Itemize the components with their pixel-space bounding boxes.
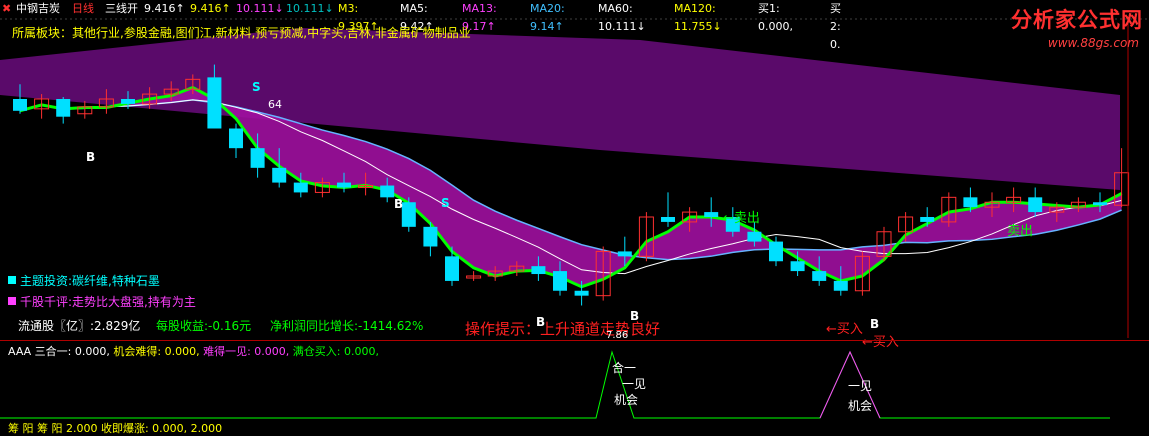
lower-title-text: AAA 三合一: 0.000, <box>8 345 110 358</box>
candle-body <box>207 77 222 129</box>
review-label: 千股千评:走势比大盘强,持有为主 <box>20 295 196 309</box>
peak1-line2: 一见 <box>622 377 647 391</box>
candle-body <box>963 197 978 208</box>
header-value-7: MA20: 9.14↑ <box>530 2 565 33</box>
indicator-name: 三线开 <box>105 2 138 15</box>
buy-signal-2: B <box>394 197 404 211</box>
eps-value: 每股收益:-0.16元 <box>156 319 252 333</box>
candle-body <box>920 217 935 222</box>
kline-chart[interactable] <box>0 0 1149 429</box>
candle-body <box>293 182 308 193</box>
candle-body <box>380 185 395 198</box>
logo-title: 分析家公式网 <box>1011 8 1143 32</box>
candle-body <box>401 202 416 227</box>
header-value-8: MA60: 10.111↓ <box>598 2 646 33</box>
logo-url: www.88gs.com <box>1047 36 1139 50</box>
header-value-11: 买2: 0. <box>830 2 841 51</box>
candle-body <box>574 290 589 296</box>
peak1-line1: 合一 <box>612 361 637 375</box>
buy-signal-4: B <box>630 309 640 323</box>
candle-body <box>790 261 805 272</box>
peak2-label: 一见 机会 <box>848 376 872 416</box>
theme-marker <box>8 276 16 284</box>
candle-body <box>337 182 351 188</box>
sell-text-2: 卖出 <box>1007 224 1034 239</box>
period-label[interactable]: 日线 <box>72 0 94 18</box>
high-price-label: 64 <box>268 98 282 111</box>
header-value-9: MA120: 11.755↓ <box>674 2 722 33</box>
candle-body <box>617 251 632 257</box>
peak1-label: 合一 一见 机会 <box>612 360 646 408</box>
peak1-line3: 机会 <box>614 393 639 407</box>
sell-signal-2: S <box>441 196 450 210</box>
candle-body <box>423 226 438 247</box>
ma120-band <box>0 28 1120 190</box>
theme-label: 主题投资:碳纤维,特种石墨 <box>20 274 160 288</box>
close-icon[interactable]: ✖ <box>2 0 11 18</box>
candle-body <box>1093 202 1107 206</box>
sector-label: 所属板块：其他行业,参股金融,图们江,新材料,预亏预减,中字头,吉林,非金属矿物… <box>12 26 471 40</box>
candle-body <box>833 280 848 291</box>
sell-signal: S <box>252 80 261 94</box>
buy-text: ←买入 <box>826 322 863 337</box>
candle-body <box>747 231 762 242</box>
logo: 分析家公式网 www.88gs.com <box>983 4 1143 50</box>
peak2-line1: 一见 <box>848 379 873 393</box>
stock-name[interactable]: 中钢吉炭 <box>16 0 60 18</box>
buy-signal: B <box>86 150 96 164</box>
header-value-0: 9.416↑ <box>144 2 185 15</box>
candle-body <box>812 271 827 281</box>
candle-body <box>13 99 27 111</box>
peak2-line2: 机会 <box>848 399 873 413</box>
candle-body <box>56 99 71 117</box>
profit-growth: 净利润同比增长:-1414.62% <box>270 319 424 333</box>
review-marker <box>8 297 16 305</box>
buy-signal-3: B <box>536 315 546 329</box>
indicator-line-green <box>0 350 1110 419</box>
candle-body <box>553 271 567 291</box>
header-value-10: 买1: 0.000, <box>758 2 793 33</box>
lower-item-0: 机会难得: 0.000, <box>113 345 200 358</box>
candle-body <box>769 241 783 262</box>
bottom-formula: 筹 阳 筹 阳 2.000 收即爆涨: 0.000, 2.000 <box>8 422 223 435</box>
header-value-1: 9.416↑ <box>190 2 231 15</box>
float-shares: 流通股〖亿〗:2.829亿 <box>18 319 141 333</box>
panel-divider <box>0 340 1149 341</box>
header-value-2: 10.111↓ <box>236 2 284 15</box>
candle-body <box>229 128 243 149</box>
candle-body <box>531 266 546 275</box>
lower-item-2: 满仓买入: 0.000, <box>289 345 379 358</box>
candle-body <box>250 148 265 168</box>
candle-body <box>272 167 287 183</box>
candle-body <box>1028 197 1043 213</box>
sell-text: ←卖出 <box>723 211 760 226</box>
candle-body <box>661 217 675 222</box>
lower-item-1: 难得一见: 0.000, <box>199 345 290 358</box>
header-value-3: 10.111↓ <box>286 2 334 15</box>
header-bar: ✖ 中钢吉炭 日线 三线开 9.416↑ 9.416↑ 10.111↓ 10.111↓… <box>0 0 1149 51</box>
lower-title: AAA 三合一: 0.000, 机会难得: 0.000, 难得一见: 0.000… <box>8 343 379 359</box>
candle-body <box>704 212 719 217</box>
buy-signal-5: B <box>870 317 880 331</box>
candle-body <box>121 99 135 104</box>
candle-body <box>445 256 459 281</box>
